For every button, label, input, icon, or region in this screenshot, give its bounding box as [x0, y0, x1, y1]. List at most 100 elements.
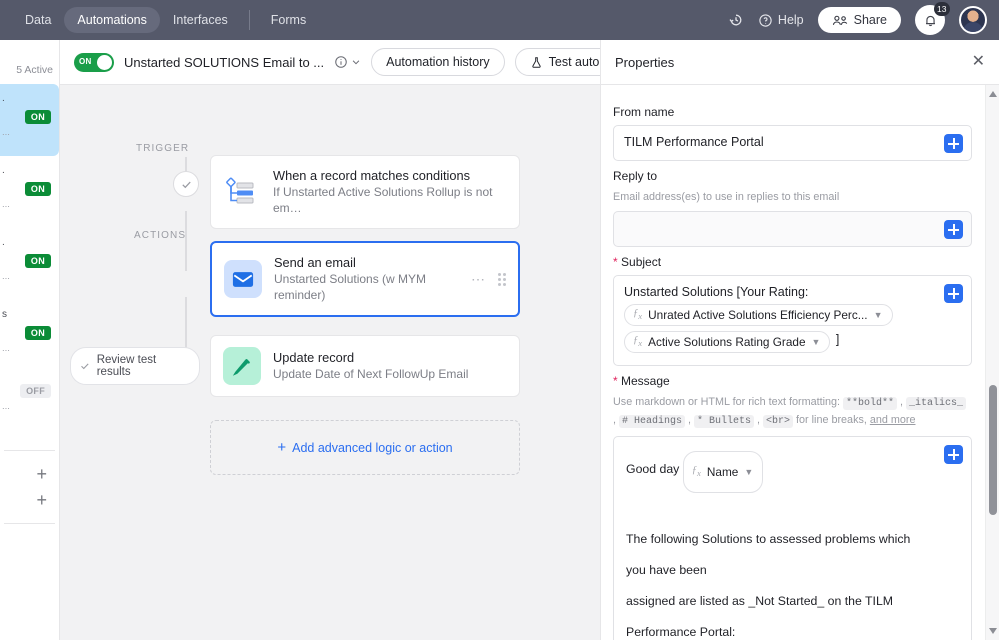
rail-item-3-state: ON [24, 254, 51, 268]
caret-up-icon[interactable] [989, 91, 997, 97]
rail-item-1-sub: ... [2, 127, 10, 138]
add-automation-group-icon[interactable]: + [0, 483, 59, 509]
properties-panel: Properties ✕ From name TILM Performance … [600, 40, 999, 640]
rail-item-3[interactable]: . ON ... [0, 228, 59, 300]
message-greeting: Good day [626, 462, 680, 476]
add-automation-icon[interactable]: + [0, 457, 59, 483]
avatar[interactable] [959, 6, 987, 34]
share-button[interactable]: Share [817, 7, 901, 33]
subject-token-1[interactable]: ƒx Unrated Active Solutions Efficiency P… [624, 304, 893, 326]
help-button[interactable]: Help [758, 13, 804, 28]
properties-scrollbar[interactable] [985, 85, 999, 640]
message-required-mark: * [613, 374, 618, 388]
message-hint-mid: for line breaks, [796, 414, 867, 426]
reply-to-label: Reply to [613, 169, 658, 183]
ellipsis-icon[interactable]: ⋯ [471, 271, 486, 288]
message-name-token[interactable]: ƒx Name ▼ [682, 451, 764, 494]
automation-info-button[interactable] [334, 55, 361, 69]
subject-required-mark: * [613, 255, 618, 269]
message-label: * Message [613, 374, 972, 388]
trigger-card-title: When a record matches conditions [273, 168, 471, 183]
properties-title: Properties [615, 54, 675, 70]
from-name-label: From name [613, 105, 675, 119]
flask-icon [532, 56, 541, 68]
caret-down-icon[interactable] [989, 628, 997, 634]
close-icon[interactable]: ✕ [972, 54, 985, 70]
automations-list-rail: 5 Active . ON ... . ON ... . ON ... s ON… [0, 40, 60, 640]
rail-item-2[interactable]: . ON ... [0, 156, 59, 228]
fx-icon: ƒx [691, 465, 701, 479]
nav-tab-interfaces[interactable]: Interfaces [160, 7, 241, 33]
send-email-card-title: Send an email [274, 255, 356, 270]
top-navigation-bar: Data Automations Interfaces Forms Help S… [0, 0, 999, 40]
active-automations-count: 5 Active [16, 64, 53, 76]
flow-card-send-email[interactable]: Send an email Unstarted Solutions (w MYM… [210, 241, 520, 317]
topbar-actions: Help Share 13 [728, 2, 987, 35]
message-name-token-label: Name [706, 464, 739, 479]
message-hint-link[interactable]: and more [870, 414, 916, 426]
rail-item-1-state: ON [24, 110, 51, 124]
reply-to-input[interactable] [613, 211, 972, 247]
subject-token-row-2: ƒx Active Solutions Rating Grade ▼ ] [624, 326, 927, 353]
trigger-card-subtitle: If Unstarted Active Solutions Rollup is … [273, 185, 493, 215]
conditions-filter-icon [223, 173, 261, 211]
message-label-text: Message [621, 374, 670, 388]
update-record-card-title: Update record [273, 350, 355, 365]
review-test-results-button[interactable]: Review test results [70, 347, 200, 385]
message-hint-prefix: Use markdown or HTML for rich text forma… [613, 396, 840, 408]
fx-icon: ƒx [633, 335, 643, 349]
rail-item-1[interactable]: . ON ... [0, 84, 59, 156]
check-icon [181, 181, 191, 188]
trigger-section-label: TRIGGER [136, 143, 190, 154]
subject-token-2[interactable]: ƒx Active Solutions Rating Grade ▼ [624, 331, 831, 353]
drag-handle-icon[interactable] [498, 272, 506, 286]
rail-item-5-state: OFF [20, 384, 51, 398]
rail-item-5-sub: ... [2, 401, 10, 412]
message-hint-code-bold: **bold** [843, 397, 898, 410]
message-input[interactable]: Good day ƒx Name ▼ The following Solutio… [613, 436, 972, 640]
rail-item-2-state: ON [24, 182, 51, 196]
message-add-icon[interactable] [944, 445, 963, 464]
chevron-down-icon [352, 60, 360, 65]
rail-item-5[interactable]: OFF ... [0, 372, 59, 444]
rail-item-4-title: s [2, 309, 7, 320]
automation-history-button[interactable]: Automation history [371, 48, 505, 76]
from-name-add-icon[interactable] [944, 134, 963, 153]
message-hint-code-bullets: * Bullets [694, 415, 755, 428]
flow-card-update-record[interactable]: Update record Update Date of Next Follow… [210, 335, 520, 397]
message-hint-code-br: <br> [763, 415, 794, 428]
share-label: Share [853, 13, 887, 27]
from-name-value: TILM Performance Portal [624, 135, 764, 149]
trigger-status-node[interactable] [173, 171, 199, 197]
page-title[interactable]: Unstarted SOLUTIONS Email to ... [124, 55, 324, 70]
add-advanced-logic-label: Add advanced logic or action [292, 440, 453, 455]
flow-line-2 [185, 211, 187, 271]
chevron-down-icon: ▼ [811, 337, 821, 347]
nav-tab-data[interactable]: Data [12, 7, 64, 33]
actions-section-label: ACTIONS [134, 230, 187, 241]
flow-card-trigger[interactable]: When a record matches conditions If Unst… [210, 155, 520, 229]
notifications-button[interactable]: 13 [915, 2, 950, 35]
subject-closing-bracket: ] [835, 332, 840, 347]
from-name-input[interactable]: TILM Performance Portal [613, 125, 972, 161]
subject-input[interactable]: Unstarted Solutions [Your Rating: ƒx Unr… [613, 275, 972, 366]
automation-enabled-toggle[interactable]: ON [74, 52, 114, 72]
rail-item-4[interactable]: s ON ... [0, 300, 59, 372]
add-advanced-logic-button[interactable]: + Add advanced logic or action [210, 420, 520, 475]
plus-icon: + [277, 439, 287, 456]
scroll-thumb[interactable] [989, 385, 997, 515]
history-clock-icon[interactable] [728, 12, 744, 28]
reply-to-hint: Email address(es) to use in replies to t… [613, 191, 840, 203]
reply-to-add-icon[interactable] [944, 220, 963, 239]
nav-tab-forms[interactable]: Forms [258, 7, 319, 33]
nav-tab-automations[interactable]: Automations [64, 7, 160, 33]
rail-divider-bottom [4, 523, 55, 524]
subject-label-text: Subject [621, 255, 662, 269]
chevron-down-icon: ▼ [744, 466, 754, 477]
send-email-card-subtitle: Unstarted Solutions (w MYM reminder) [274, 272, 427, 302]
subject-add-icon[interactable] [944, 284, 963, 303]
rail-divider [4, 450, 55, 451]
message-hint-code-headings: # Headings [619, 415, 686, 428]
automation-flow-canvas: TRIGGER ACTIONS Review test results When… [60, 85, 600, 640]
subject-token-2-label: Active Solutions Rating Grade [648, 335, 806, 349]
